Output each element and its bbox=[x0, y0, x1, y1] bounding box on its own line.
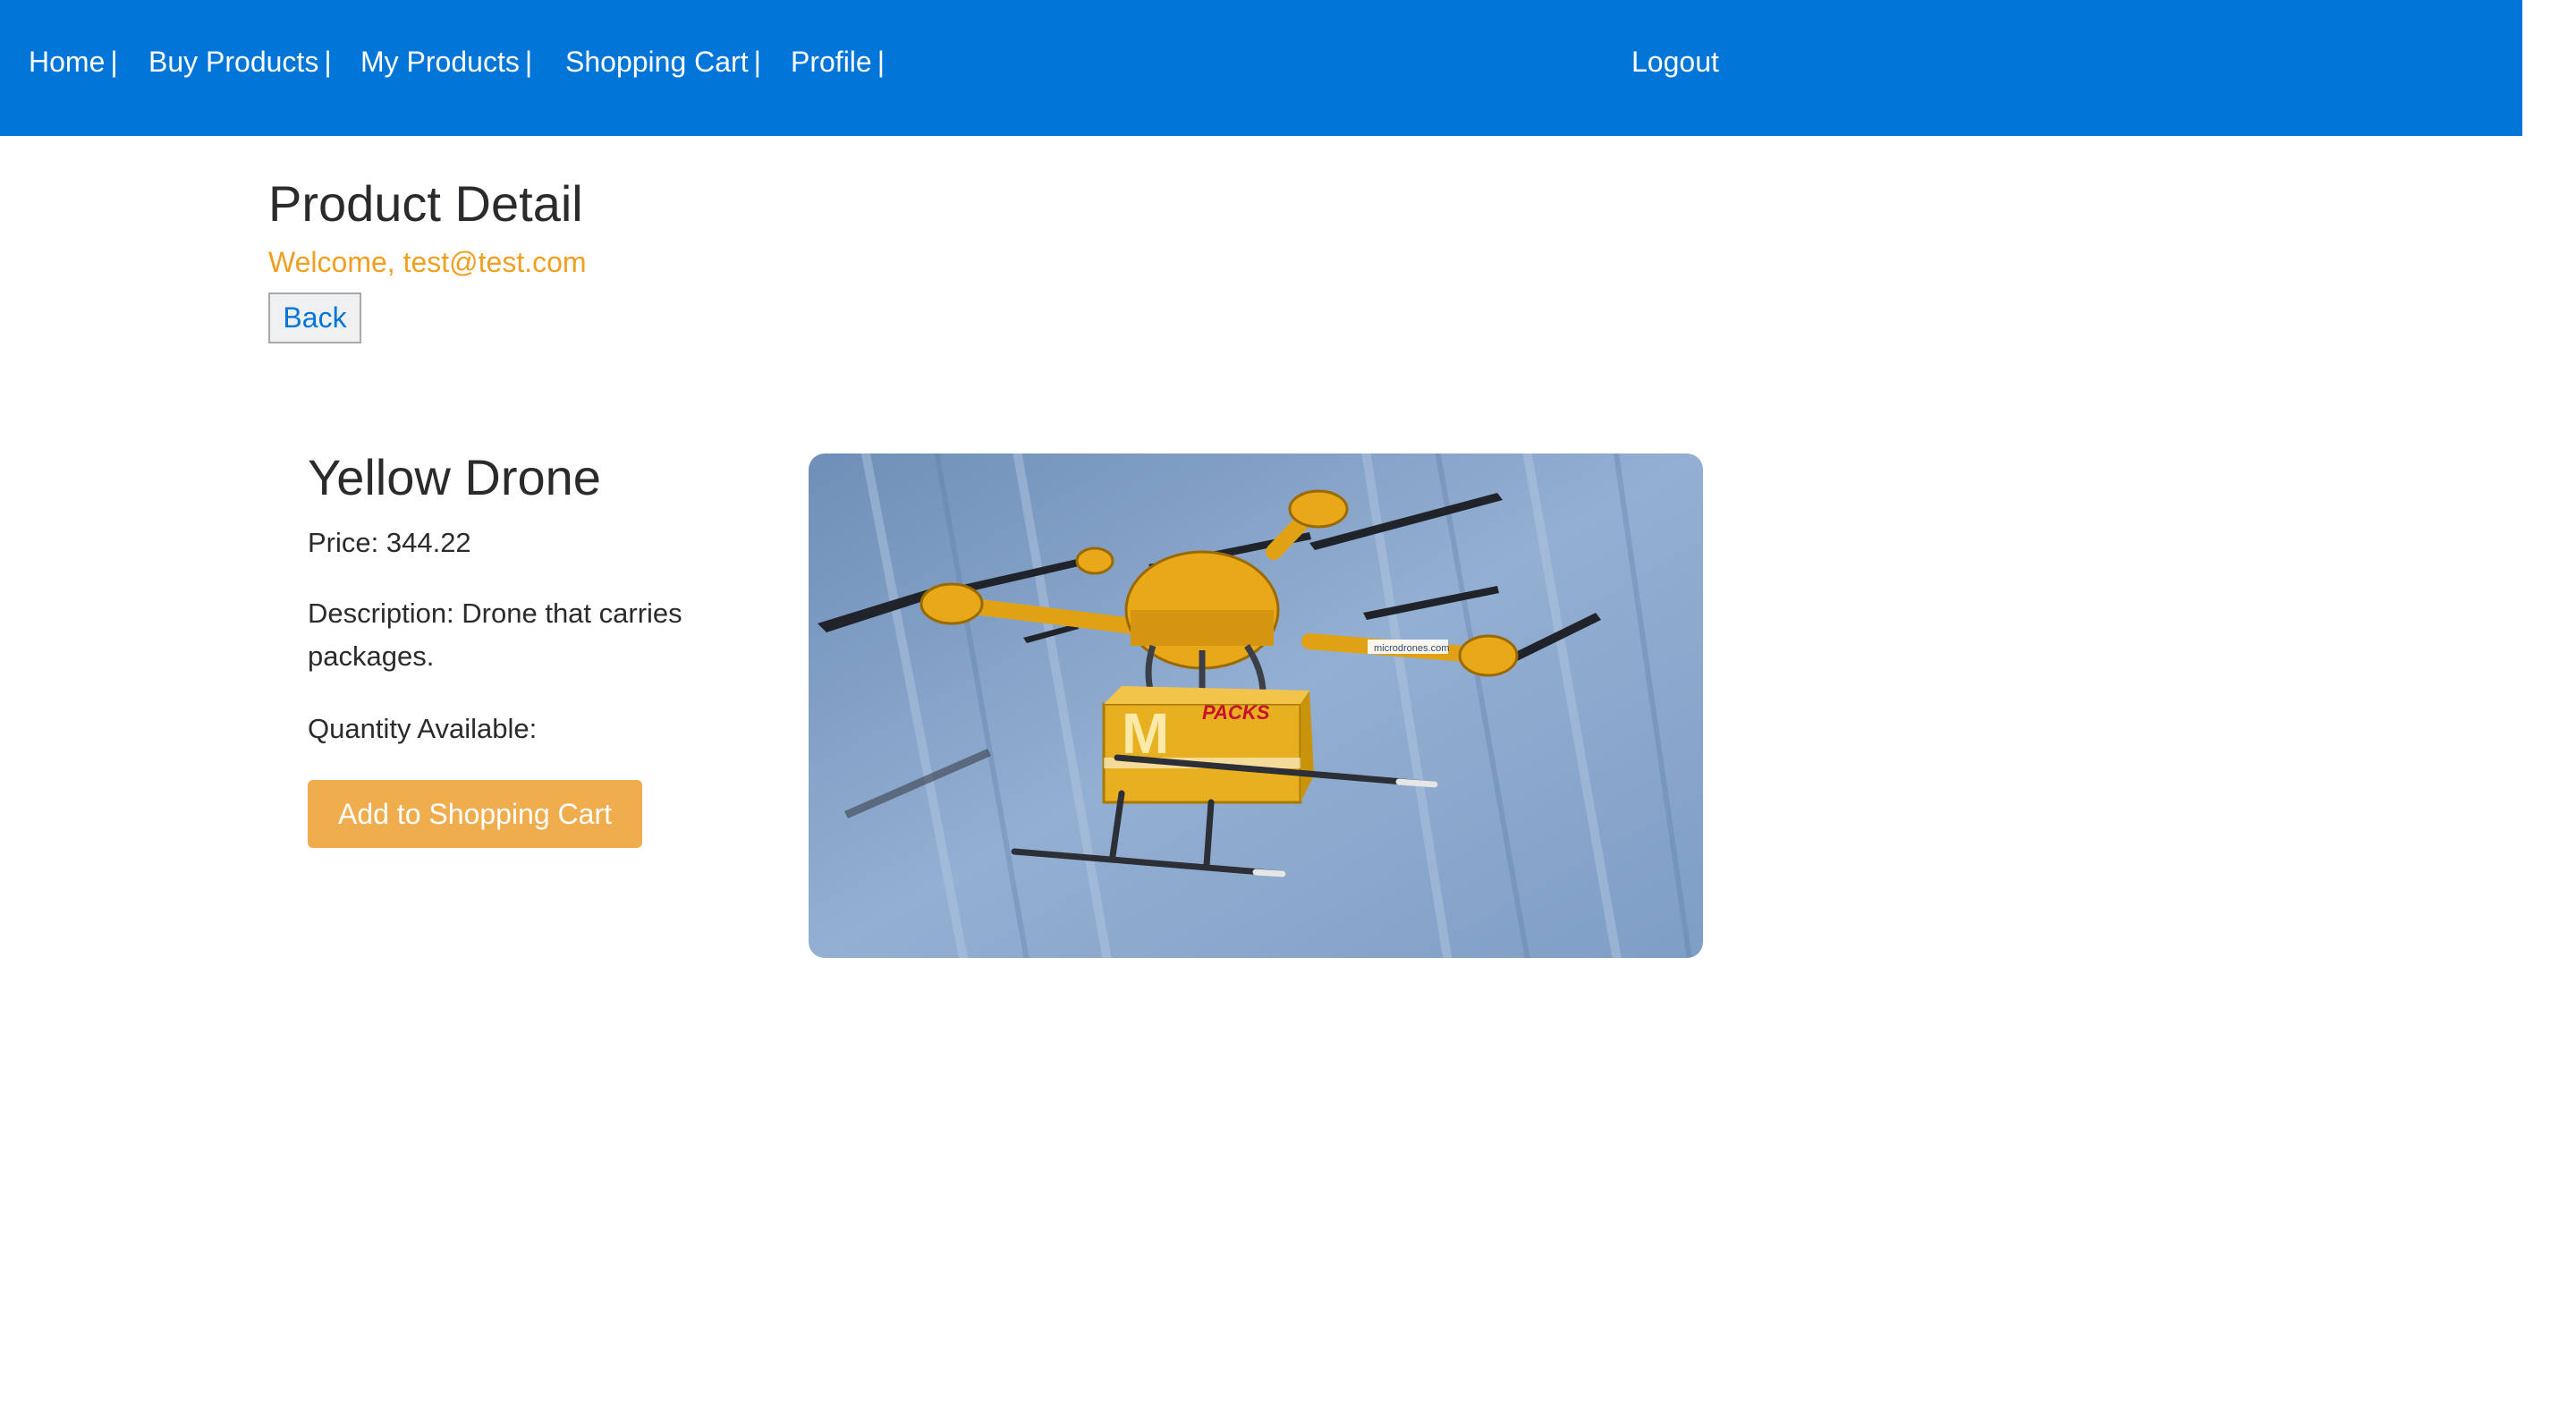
product-price: Price: 344.22 bbox=[308, 527, 471, 558]
page-title: Product Detail bbox=[268, 175, 583, 232]
nav-shopping-cart-label: Shopping Cart bbox=[565, 46, 749, 78]
nav-separator: | bbox=[753, 46, 761, 78]
nav-separator: | bbox=[877, 46, 886, 78]
product-name: Yellow Drone bbox=[308, 449, 601, 505]
product-description: Description: Drone that carries packages… bbox=[308, 598, 682, 672]
nav-home-link[interactable]: Home | bbox=[29, 41, 118, 82]
nav-logout-link[interactable]: Logout bbox=[1631, 41, 1719, 82]
nav-buy-products-link[interactable]: Buy Products | bbox=[148, 41, 332, 82]
nav-home-label: Home bbox=[29, 46, 106, 78]
nav-separator: | bbox=[324, 46, 332, 78]
nav-my-products-link[interactable]: My Products | bbox=[360, 41, 532, 82]
nav-buy-products-label: Buy Products bbox=[148, 46, 319, 78]
nav-profile-link[interactable]: Profile | bbox=[791, 41, 885, 82]
welcome-message: Welcome, test@test.com bbox=[268, 246, 587, 278]
box-brand: PACKS bbox=[1202, 701, 1270, 724]
top-navbar: Home | Buy Products | My Products | Shoppin… bbox=[0, 0, 2522, 136]
add-to-cart-button[interactable]: Add to Shopping Cart bbox=[308, 780, 642, 848]
nav-my-products-label: My Products bbox=[360, 46, 520, 78]
arm-label: microdrones.com bbox=[1374, 643, 1449, 654]
back-button[interactable]: Back bbox=[268, 292, 361, 343]
nav-shopping-cart-link[interactable]: Shopping Cart | bbox=[565, 41, 761, 82]
nav-profile-label: Profile bbox=[791, 46, 872, 78]
product-image: M PACKS microdrones.com bbox=[809, 453, 1703, 958]
nav-separator: | bbox=[524, 46, 533, 78]
product-quantity: Quantity Available: bbox=[308, 713, 538, 744]
nav-separator: | bbox=[110, 46, 118, 78]
